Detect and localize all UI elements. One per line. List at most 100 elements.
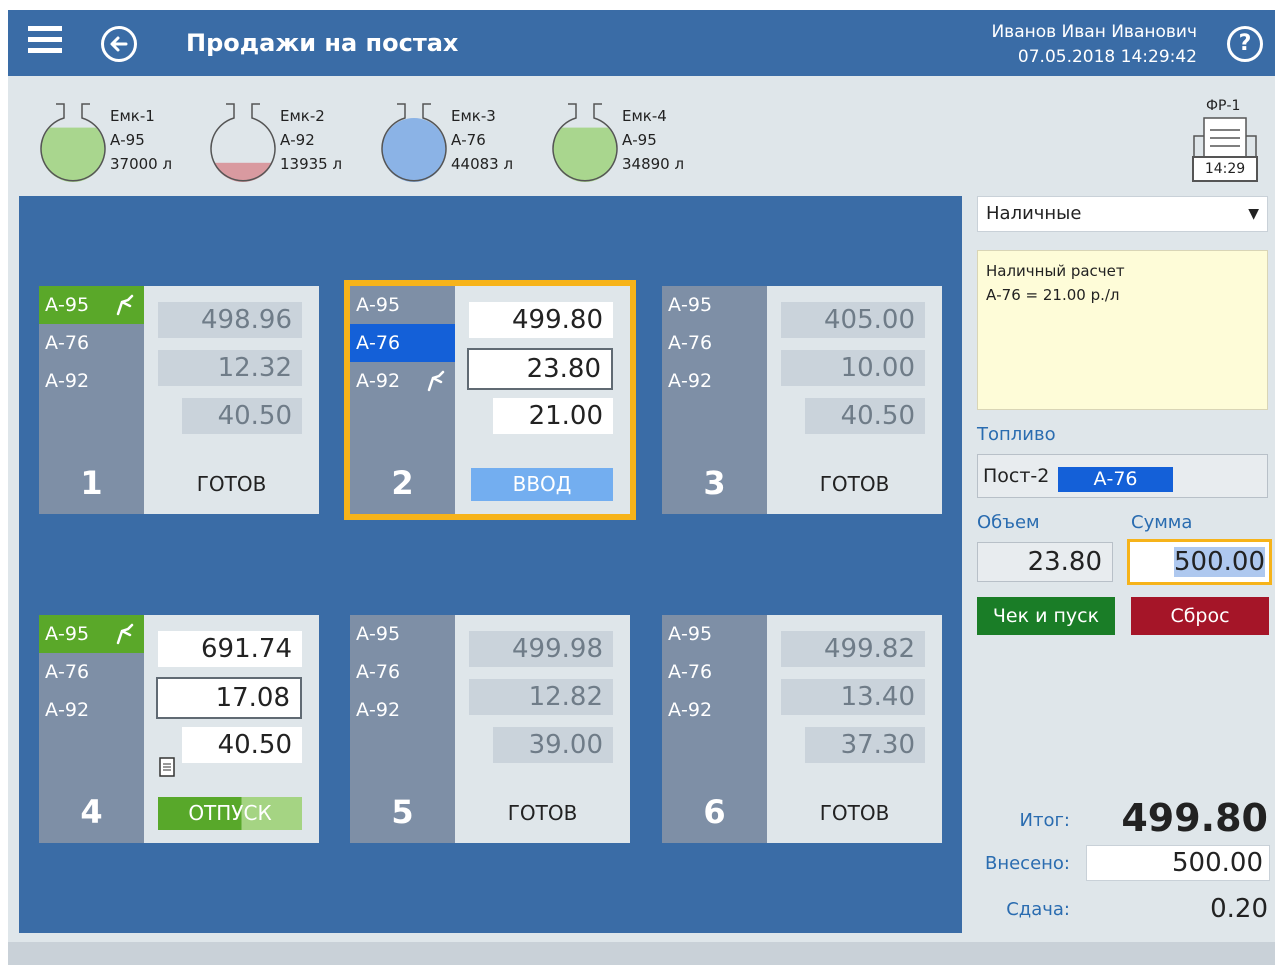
- tank-fuel: А-95: [622, 131, 657, 149]
- volume-field: 12.82: [469, 679, 613, 715]
- post-number: 1: [80, 464, 103, 502]
- volume-field[interactable]: 23.80: [467, 348, 613, 390]
- post-2[interactable]: А-95 А-76 А-92 2 499.80 23.80 21.00 ВВОД: [344, 280, 636, 520]
- fuel-list: А-95 А-76 А-92 5: [350, 615, 455, 843]
- fuel-list: А-95 А-76 А-92 1: [39, 286, 144, 514]
- status-label: ГОТОВ: [819, 472, 890, 496]
- enter-button[interactable]: ВВОД: [471, 468, 613, 501]
- volume-input[interactable]: 23.80: [977, 542, 1113, 582]
- post-4[interactable]: А-95 А-76 А-92 4 691.74 17.08 40.50 ОТПУ…: [39, 615, 319, 843]
- reset-button[interactable]: Сброс: [1131, 597, 1269, 635]
- selected-post: Пост-2: [983, 465, 1050, 487]
- fuel-item-a92[interactable]: А-92: [350, 362, 455, 400]
- price-field[interactable]: 21.00: [493, 398, 613, 434]
- printer-time: 14:29: [1192, 156, 1258, 182]
- paid-input[interactable]: 500.00: [1086, 845, 1270, 881]
- check-and-start-button[interactable]: Чек и пуск: [977, 597, 1115, 635]
- sum-input[interactable]: 500.00: [1127, 539, 1272, 585]
- total-value: 499.80: [1121, 796, 1268, 840]
- fuel-item-a76[interactable]: А-76: [662, 653, 767, 691]
- fuel-item-a95[interactable]: А-95: [350, 286, 455, 324]
- post-1[interactable]: А-95 А-76 А-92 1 498.96 12.32 40.50 ГОТО…: [39, 286, 319, 514]
- fuel-label: А-92: [356, 370, 401, 392]
- fuel-item-a92[interactable]: А-92: [662, 362, 767, 400]
- post-number: 6: [703, 793, 726, 831]
- post-3[interactable]: А-95 А-76 А-92 3 405.00 10.00 40.50 ГОТО…: [662, 286, 942, 514]
- sum-field[interactable]: 691.74: [158, 631, 302, 667]
- sum-field: 499.98: [469, 631, 613, 667]
- post-number: 4: [80, 793, 103, 831]
- dropdown-arrow-icon: ▼: [1248, 206, 1259, 222]
- fuel-item-a92[interactable]: А-92: [39, 691, 144, 729]
- user-info: Иванов Иван Иванович 07.05.2018 14:29:42: [991, 20, 1197, 70]
- tank-4: Емк-4 А-95 34890 л: [550, 98, 710, 193]
- payment-info-box: Наличный расчет А-76 = 21.00 р./л: [977, 250, 1268, 410]
- user-name: Иванов Иван Иванович: [991, 22, 1197, 42]
- tank-name: Емк-4: [622, 107, 667, 125]
- nozzle-icon: [427, 370, 445, 392]
- sum-field: 405.00: [781, 302, 925, 338]
- fuel-item-a95[interactable]: А-95: [350, 615, 455, 653]
- fuel-item-a76[interactable]: А-76: [350, 653, 455, 691]
- payment-method-value: Наличные: [986, 203, 1082, 224]
- tank-volume: 34890 л: [622, 155, 685, 173]
- post-6[interactable]: А-95 А-76 А-92 6 499.82 13.40 37.30 ГОТО…: [662, 615, 942, 843]
- fuel-item-a92[interactable]: А-92: [39, 362, 144, 400]
- info-line: А-76 = 21.00 р./л: [986, 286, 1120, 304]
- flask-icon: [381, 103, 447, 182]
- fuel-list: А-95 А-76 А-92 4: [39, 615, 144, 843]
- tank-3: Емк-3 А-76 44083 л: [379, 98, 539, 193]
- tank-1: Емк-1 А-95 37000 л: [38, 98, 198, 193]
- post-number: 3: [703, 464, 726, 502]
- post-number: 2: [391, 464, 414, 502]
- app-window: Продажи на постах Иванов Иван Иванович 0…: [8, 10, 1275, 965]
- paid-label: Внесено:: [984, 853, 1070, 874]
- sum-field[interactable]: 499.80: [469, 302, 613, 338]
- fuel-section-label: Топливо: [977, 424, 1056, 445]
- payment-method-select[interactable]: Наличные ▼: [977, 196, 1268, 232]
- fuel-item-a76[interactable]: А-76: [662, 324, 767, 362]
- info-line: Наличный расчет: [986, 262, 1125, 280]
- sum-field: 499.82: [781, 631, 925, 667]
- price-field: 40.50: [805, 398, 925, 434]
- fuel-label: А-95: [45, 294, 90, 316]
- sum-value: 500.00: [1174, 547, 1265, 577]
- fuel-label: А-95: [45, 623, 90, 645]
- flask-icon: [210, 103, 276, 182]
- fuel-list: А-95 А-76 А-92 6: [662, 615, 767, 843]
- fuel-list: А-95 А-76 А-92 3: [662, 286, 767, 514]
- fuel-item-a76[interactable]: А-76: [39, 324, 144, 362]
- release-button[interactable]: ОТПУСК: [158, 797, 302, 830]
- footer-bar: [8, 942, 1275, 965]
- fuel-item-a92[interactable]: А-92: [350, 691, 455, 729]
- fuel-item-a76[interactable]: А-76: [350, 324, 455, 362]
- selected-fuel-box: Пост-2 А-76: [977, 454, 1268, 498]
- help-icon[interactable]: ?: [1227, 26, 1263, 62]
- page-title: Продажи на постах: [186, 29, 459, 57]
- tank-name: Емк-2: [280, 107, 325, 125]
- change-label: Сдача:: [1006, 899, 1070, 920]
- fuel-item-a76[interactable]: А-76: [39, 653, 144, 691]
- total-label: Итог:: [1019, 810, 1070, 831]
- status-label: ГОТОВ: [507, 801, 578, 825]
- tank-fuel: А-92: [280, 131, 315, 149]
- status-label: ГОТОВ: [196, 472, 267, 496]
- status-label: ГОТОВ: [819, 801, 890, 825]
- tank-fuel: А-95: [110, 131, 145, 149]
- post-5[interactable]: А-95 А-76 А-92 5 499.98 12.82 39.00 ГОТО…: [350, 615, 630, 843]
- fuel-item-a95[interactable]: А-95: [662, 615, 767, 653]
- menu-icon[interactable]: [28, 26, 62, 58]
- document-icon[interactable]: [159, 757, 175, 777]
- fiscal-printer[interactable]: ФР-1 14:29: [1190, 98, 1260, 188]
- tank-fuel: А-76: [451, 131, 486, 149]
- price-field[interactable]: 40.50: [182, 727, 302, 763]
- volume-field[interactable]: 17.08: [156, 677, 302, 719]
- volume-field: 10.00: [781, 350, 925, 386]
- back-arrow-icon[interactable]: [101, 26, 137, 62]
- fuel-item-a95[interactable]: А-95: [39, 615, 144, 653]
- fuel-list: А-95 А-76 А-92 2: [350, 286, 455, 514]
- fuel-item-a95[interactable]: А-95: [39, 286, 144, 324]
- fuel-item-a92[interactable]: А-92: [662, 691, 767, 729]
- fuel-item-a95[interactable]: А-95: [662, 286, 767, 324]
- price-field: 37.30: [805, 727, 925, 763]
